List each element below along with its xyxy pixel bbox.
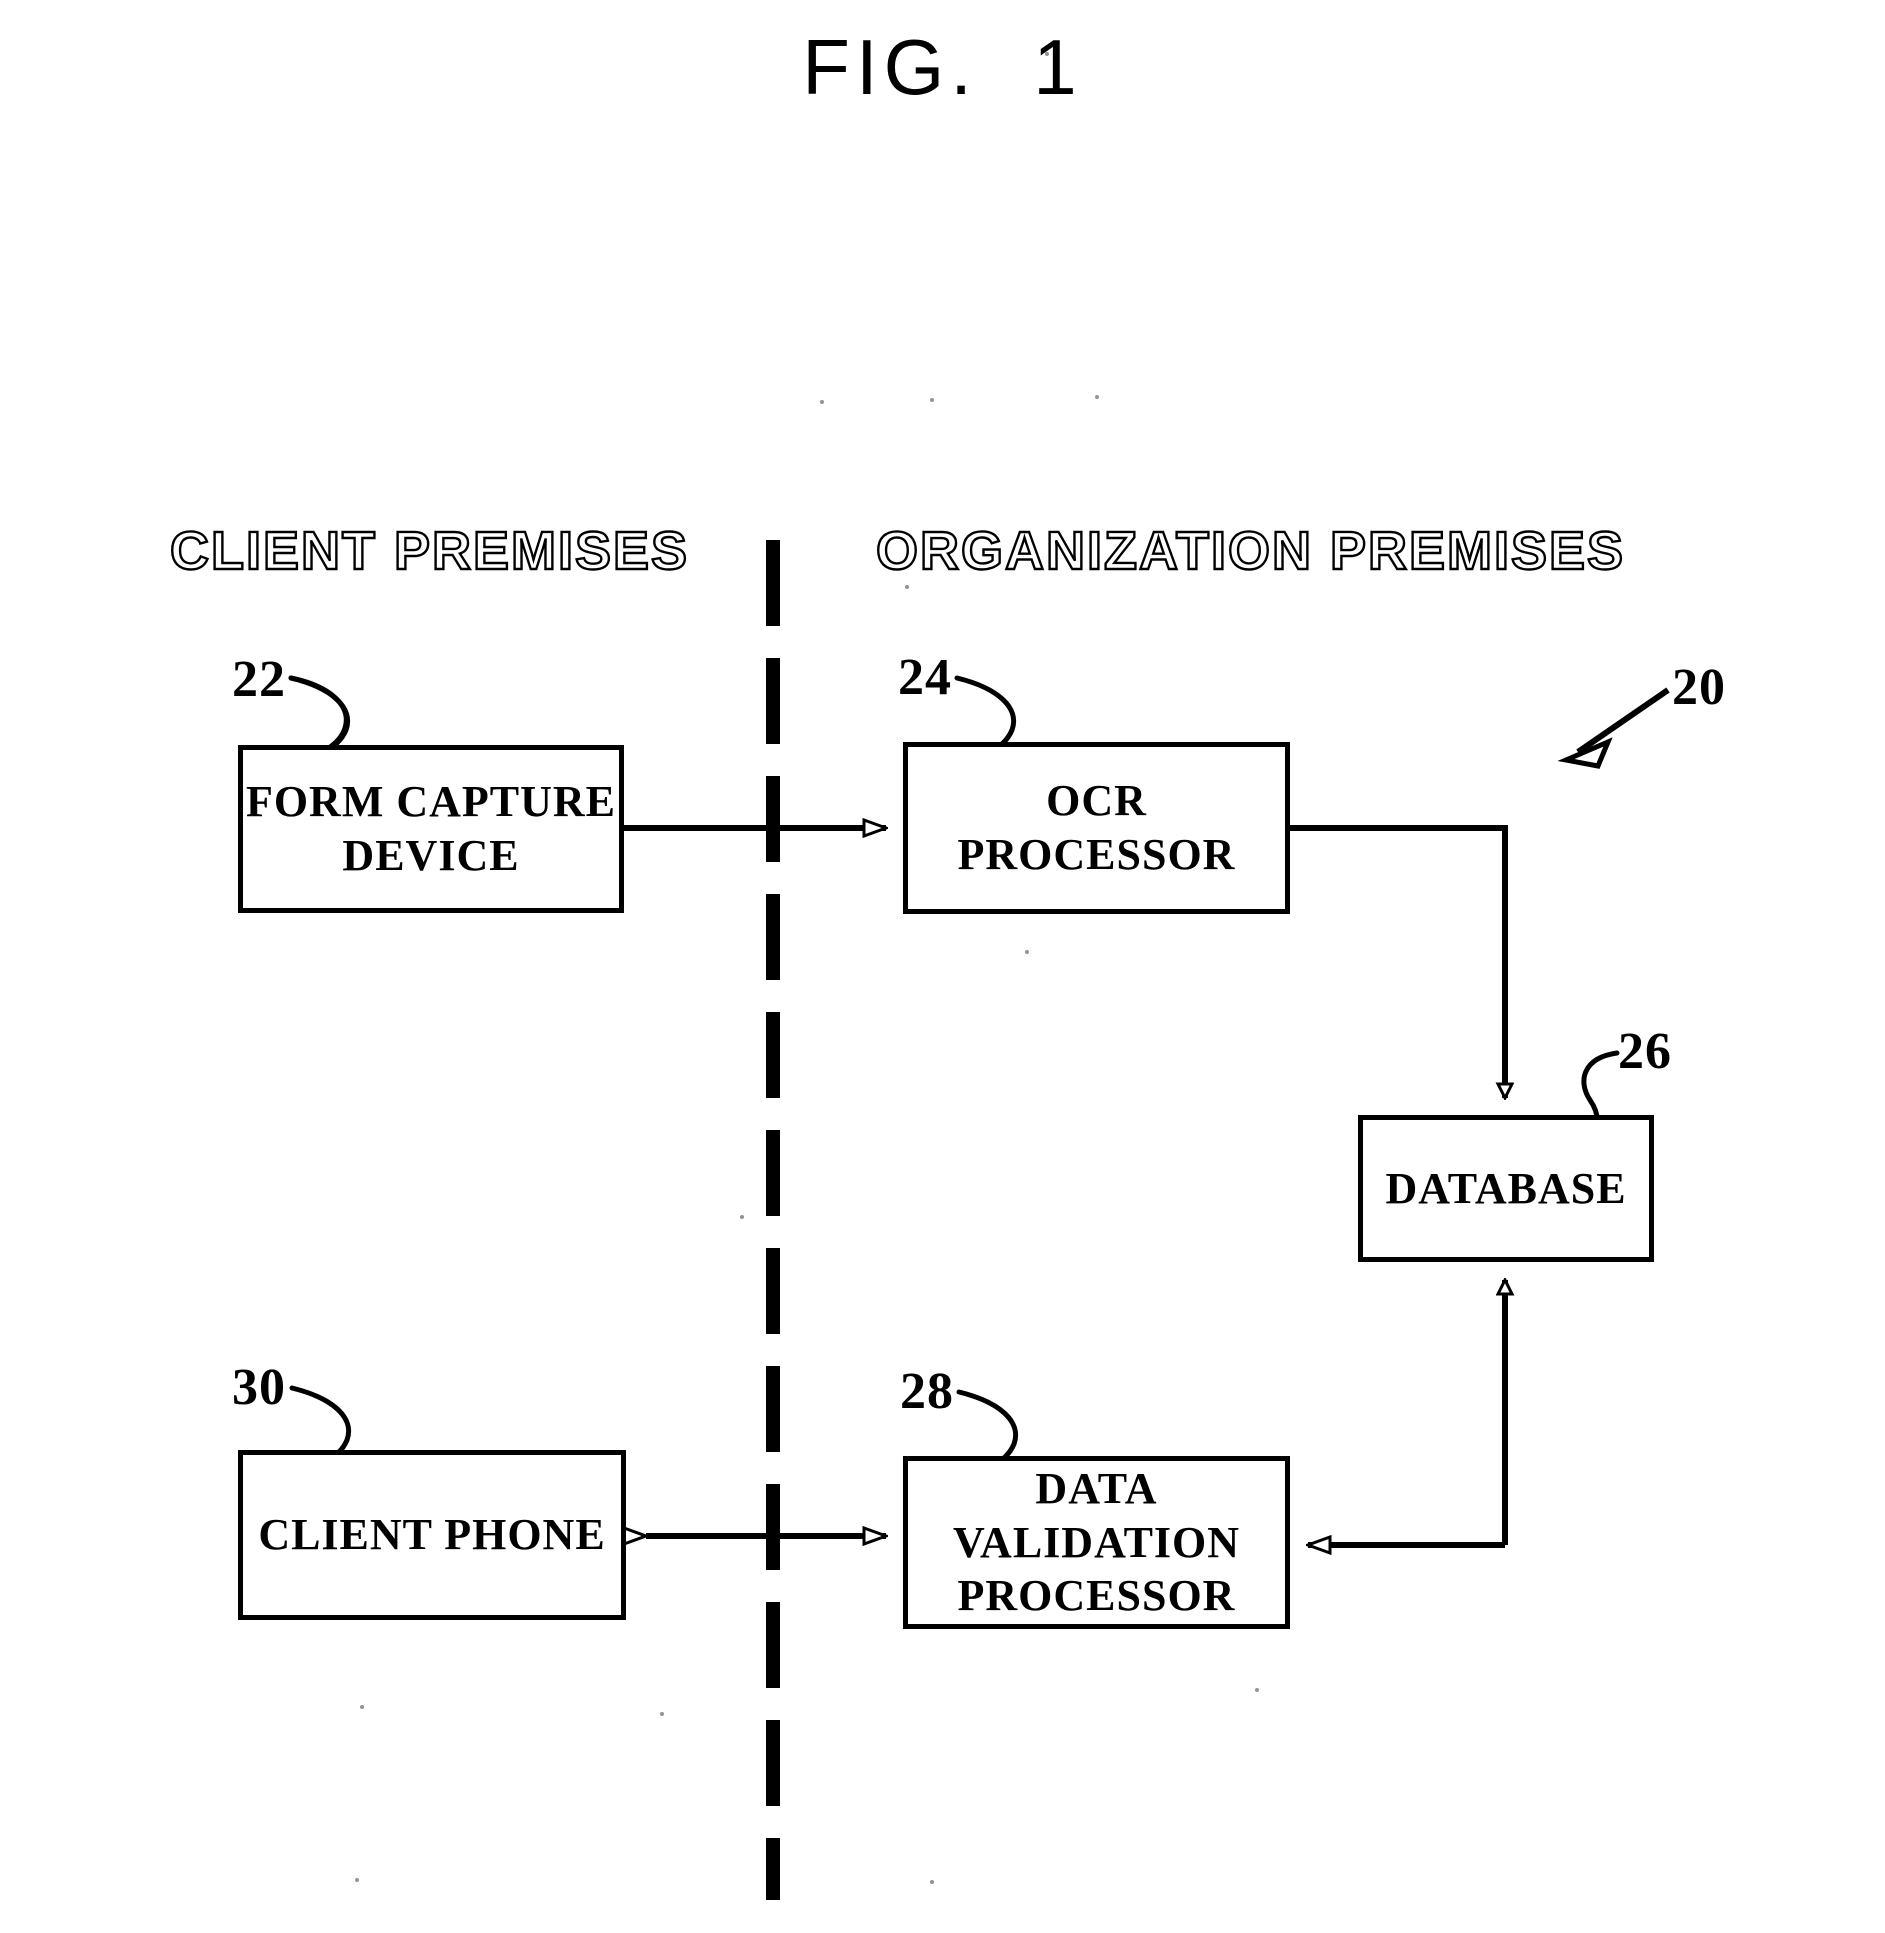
scan-speck (820, 400, 824, 404)
figure-title: FIG. 1 (802, 23, 1083, 111)
reference-numeral-26: 26 (1618, 1023, 1672, 1080)
block-data-validation-processor: DATA VALIDATION PROCESSOR (903, 1456, 1290, 1629)
client-premises-label: CLIENT PREMISES (169, 520, 690, 582)
scan-speck (360, 1705, 364, 1709)
block-ocr-processor: OCR PROCESSOR (903, 742, 1290, 914)
system-pointer-20-shaft (1576, 687, 1670, 755)
scan-speck (930, 1880, 934, 1884)
block-client-phone: CLIENT PHONE (238, 1450, 626, 1620)
scan-speck (1045, 52, 1049, 56)
scan-speck (355, 1878, 359, 1882)
scan-speck (660, 1712, 664, 1716)
scan-speck (905, 585, 909, 589)
organization-premises-label: ORGANIZATION PREMISES (875, 520, 1626, 582)
scan-speck (930, 398, 934, 402)
reference-numeral-30: 30 (232, 1359, 286, 1416)
block-database: DATABASE (1358, 1115, 1654, 1262)
scan-speck (740, 1215, 744, 1219)
reference-numeral-24: 24 (898, 649, 952, 706)
connector-wires (288, 675, 1670, 1933)
scan-speck (1095, 395, 1099, 399)
premises-divider-dashed-line (766, 540, 780, 1900)
system-pointer-20-arrowhead (1557, 737, 1613, 769)
scan-speck (1025, 950, 1029, 954)
block-form-capture-device: FORM CAPTURE DEVICE (238, 745, 624, 913)
reference-numeral-28: 28 (900, 1363, 954, 1420)
wire-ocr-to-database (1290, 825, 1505, 1098)
reference-numeral-20-system: 20 (1672, 659, 1726, 716)
patent-figure-page: FIG. 1 CLIENT PREMISES ORGANIZATION PREM… (0, 0, 1885, 1933)
scan-speck (1255, 1688, 1259, 1692)
reference-numeral-22: 22 (232, 651, 286, 708)
